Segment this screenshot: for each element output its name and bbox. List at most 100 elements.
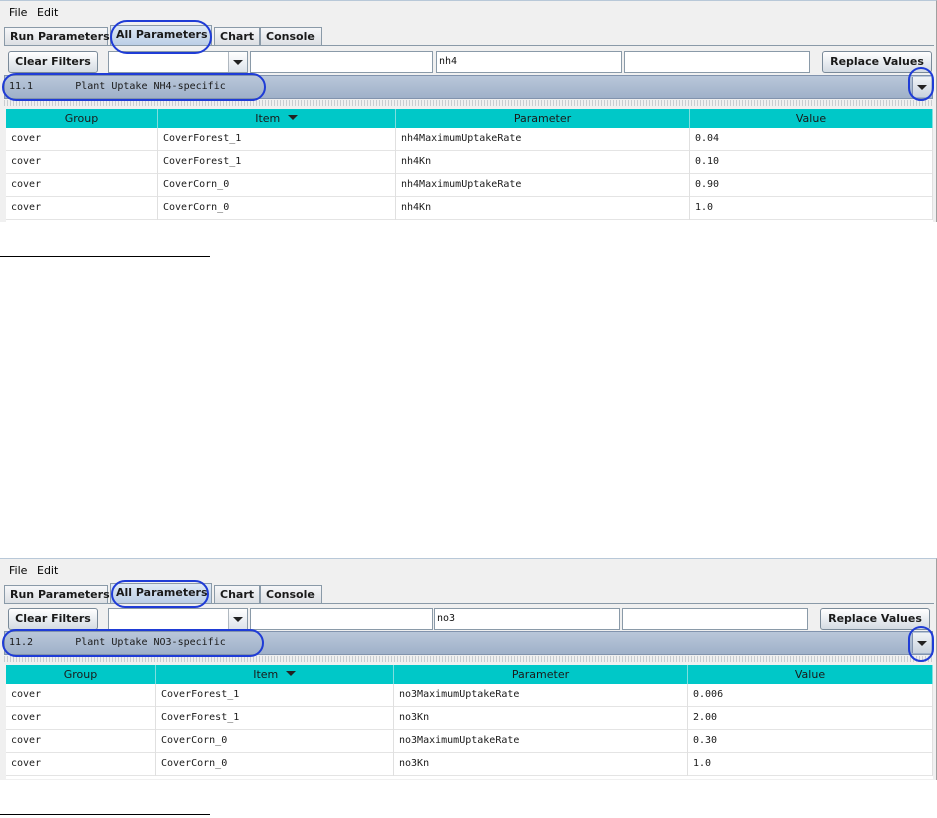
clear-filters-button[interactable]: Clear Filters: [8, 608, 98, 630]
menu-edit[interactable]: Edit: [37, 6, 58, 19]
column-header-group[interactable]: Group: [6, 665, 156, 684]
cell-value[interactable]: 0.30: [688, 730, 933, 753]
cell-value[interactable]: 1.0: [688, 753, 933, 776]
table-row[interactable]: cover CoverForest_1 nh4MaximumUptakeRate…: [6, 128, 933, 151]
cell-value[interactable]: 0.10: [690, 151, 933, 174]
cell-item[interactable]: CoverForest_1: [156, 707, 394, 730]
table-row[interactable]: cover CoverForest_1 no3MaximumUptakeRate…: [6, 684, 933, 707]
menu-file[interactable]: File: [9, 6, 27, 19]
cell-group[interactable]: cover: [6, 753, 156, 776]
table-row[interactable]: cover CoverCorn_0 nh4Kn 1.0: [6, 197, 933, 220]
table-header: Group Item Parameter Value: [6, 109, 933, 128]
cell-group[interactable]: cover: [6, 730, 156, 753]
separator-line: [0, 814, 210, 815]
item-filter-field[interactable]: [250, 51, 433, 73]
parameters-table: Group Item Parameter Value cover CoverFo…: [6, 109, 933, 223]
section-selector[interactable]: 11.2 Plant Uptake NO3-specific: [4, 631, 933, 655]
menu-bar: File Edit: [0, 559, 936, 583]
cell-item[interactable]: CoverCorn_0: [158, 174, 396, 197]
cell-parameter[interactable]: no3MaximumUptakeRate: [394, 730, 688, 753]
tab-console[interactable]: Console: [260, 585, 322, 603]
cell-item[interactable]: CoverForest_1: [156, 684, 394, 707]
tab-divider: [4, 603, 934, 604]
cell-item[interactable]: CoverCorn_0: [158, 197, 396, 220]
table-row[interactable]: cover CoverForest_1 nh4Kn 0.10: [6, 151, 933, 174]
combo-arrow-button[interactable]: [228, 609, 247, 629]
tab-all-parameters[interactable]: All Parameters: [110, 583, 212, 604]
column-header-parameter[interactable]: Parameter: [396, 109, 690, 128]
group-filter-combo[interactable]: [108, 608, 248, 630]
tab-console[interactable]: Console: [260, 27, 322, 45]
clear-filters-button[interactable]: Clear Filters: [8, 51, 98, 73]
parameters-table: Group Item Parameter Value cover CoverFo…: [6, 665, 933, 779]
cell-value[interactable]: 0.006: [688, 684, 933, 707]
cell-value[interactable]: 0.90: [690, 174, 933, 197]
column-header-item[interactable]: Item: [156, 665, 394, 684]
item-filter-field[interactable]: [250, 608, 433, 630]
cell-parameter[interactable]: nh4MaximumUptakeRate: [396, 128, 690, 151]
cell-value[interactable]: 2.00: [688, 707, 933, 730]
section-selector[interactable]: 11.1 Plant Uptake NH4-specific: [4, 75, 933, 99]
app-window-1: File Edit Run Parameters All Parameters …: [0, 0, 937, 223]
value-filter-field[interactable]: [622, 608, 808, 630]
sort-arrow-icon: [285, 671, 296, 676]
cell-parameter[interactable]: no3Kn: [394, 707, 688, 730]
cell-item[interactable]: CoverCorn_0: [156, 753, 394, 776]
cell-parameter[interactable]: nh4MaximumUptakeRate: [396, 174, 690, 197]
tab-run-parameters[interactable]: Run Parameters: [4, 27, 110, 45]
tab-chart[interactable]: Chart: [214, 585, 260, 603]
chevron-down-icon: [917, 85, 927, 90]
cell-item[interactable]: CoverForest_1: [158, 128, 396, 151]
section-dropdown-button[interactable]: [912, 77, 931, 97]
section-label: 11.1 Plant Uptake NH4-specific: [9, 81, 226, 92]
split-pane-divider[interactable]: [4, 100, 933, 106]
column-header-item-label: Item: [253, 668, 279, 681]
tab-all-parameters[interactable]: All Parameters: [110, 25, 212, 46]
column-header-value[interactable]: Value: [688, 665, 933, 684]
replace-values-button[interactable]: Replace Values: [820, 608, 930, 630]
tab-divider: [4, 45, 934, 46]
separator-line: [0, 256, 210, 257]
cell-group[interactable]: cover: [6, 174, 158, 197]
cell-parameter[interactable]: nh4Kn: [396, 151, 690, 174]
parameter-filter-field[interactable]: nh4: [436, 51, 622, 73]
section-dropdown-button[interactable]: [912, 633, 931, 653]
cell-parameter[interactable]: nh4Kn: [396, 197, 690, 220]
parameter-filter-field[interactable]: no3: [434, 608, 620, 630]
cell-value[interactable]: 1.0: [690, 197, 933, 220]
replace-values-button[interactable]: Replace Values: [822, 51, 932, 73]
cell-group[interactable]: cover: [6, 707, 156, 730]
cell-group[interactable]: cover: [6, 128, 158, 151]
column-header-item[interactable]: Item: [158, 109, 396, 128]
cell-parameter[interactable]: no3MaximumUptakeRate: [394, 684, 688, 707]
table-row[interactable]: cover CoverForest_1 no3Kn 2.00: [6, 707, 933, 730]
table-row[interactable]: cover CoverCorn_0 no3MaximumUptakeRate 0…: [6, 730, 933, 753]
table-row[interactable]: cover CoverCorn_0 no3Kn 1.0: [6, 753, 933, 776]
menu-file[interactable]: File: [9, 564, 27, 577]
value-filter-field[interactable]: [624, 51, 810, 73]
tab-chart[interactable]: Chart: [214, 27, 260, 45]
cell-item[interactable]: CoverCorn_0: [156, 730, 394, 753]
cell-item[interactable]: CoverForest_1: [158, 151, 396, 174]
app-window-2: File Edit Run Parameters All Parameters …: [0, 558, 937, 780]
chevron-down-icon: [233, 617, 243, 622]
column-header-group[interactable]: Group: [6, 109, 158, 128]
cell-group[interactable]: cover: [6, 151, 158, 174]
group-filter-combo[interactable]: [108, 51, 248, 73]
cell-value[interactable]: 0.04: [690, 128, 933, 151]
tab-run-parameters[interactable]: Run Parameters: [4, 585, 110, 603]
section-label: 11.2 Plant Uptake NO3-specific: [9, 637, 226, 648]
cell-parameter[interactable]: no3Kn: [394, 753, 688, 776]
chevron-down-icon: [917, 641, 927, 646]
cell-group[interactable]: cover: [6, 684, 156, 707]
combo-arrow-button[interactable]: [228, 52, 247, 72]
cell-group[interactable]: cover: [6, 197, 158, 220]
column-header-item-label: Item: [255, 112, 281, 125]
chevron-down-icon: [233, 60, 243, 65]
column-header-parameter[interactable]: Parameter: [394, 665, 688, 684]
table-row[interactable]: cover CoverCorn_0 nh4MaximumUptakeRate 0…: [6, 174, 933, 197]
menu-bar: File Edit: [0, 1, 936, 25]
split-pane-divider[interactable]: [4, 656, 933, 662]
column-header-value[interactable]: Value: [690, 109, 933, 128]
menu-edit[interactable]: Edit: [37, 564, 58, 577]
